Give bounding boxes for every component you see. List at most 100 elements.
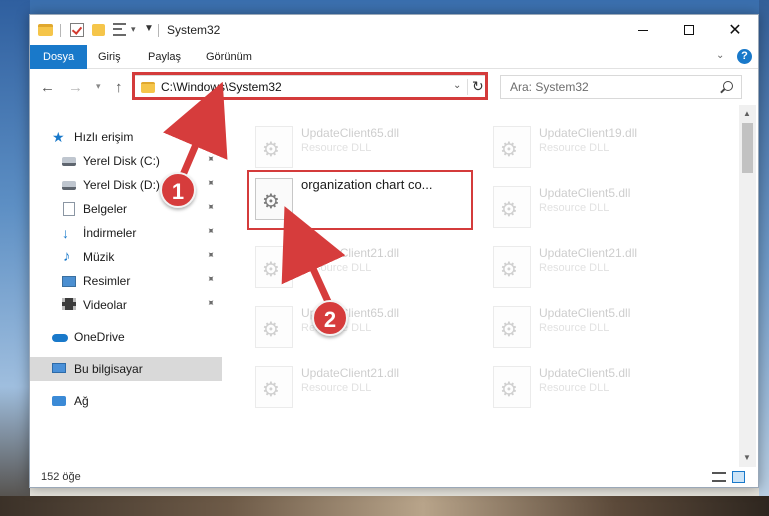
file-tile[interactable]: UpdateClient5.dll Resource DLL [489,360,719,412]
help-icon[interactable]: ? [737,49,752,64]
sidebar-item-quick-access[interactable]: ★ Hızlı erişim [30,125,222,149]
list-properties-icon[interactable] [113,23,126,36]
file-name: UpdateClient21.dll [301,366,400,380]
file-type: Resource DLL [539,202,610,214]
sidebar-item-onedrive[interactable]: OneDrive [30,325,222,349]
step-badge-2: 2 [312,300,348,336]
sidebar-item-drive-c[interactable]: Yerel Disk (C:) ✦ [30,149,222,173]
drive-icon [62,157,76,166]
pin-icon[interactable]: ✦ [203,249,217,263]
dll-file-icon [493,246,531,288]
dll-file-icon [493,306,531,348]
file-type: Resource DLL [301,382,372,394]
file-tile[interactable]: UpdateClient21.dll Resource DLL [251,360,481,412]
sidebar-item-label: Ağ [74,394,89,408]
pin-icon[interactable]: ✦ [203,201,217,215]
tab-share[interactable]: Paylaş [136,45,193,69]
item-count: 152 öğe [41,471,81,483]
desktop-background-right [759,0,769,516]
pictures-icon [62,276,76,287]
sidebar-item-this-pc[interactable]: Bu bilgisayar [30,357,222,381]
tab-view[interactable]: Görünüm [194,45,264,69]
file-type: Resource DLL [539,142,610,154]
tiles-view-icon[interactable] [732,471,745,483]
dll-file-icon [493,186,531,228]
tab-file[interactable]: Dosya [30,45,88,69]
pin-icon[interactable]: ✦ [203,153,217,167]
scrollbar-thumb[interactable] [742,123,753,173]
maximize-button[interactable] [666,15,712,45]
chevron-down-icon[interactable]: ▾ [131,24,136,35]
navigation-pane: ★ Hızlı erişim Yerel Disk (C:) ✦ Yerel D… [30,105,222,465]
up-arrow-icon[interactable]: ↑ [115,79,123,96]
music-icon: ♪ [63,248,71,265]
file-tile[interactable]: UpdateClient21.dll Resource DLL [251,240,481,292]
forward-arrow-icon[interactable]: → [68,79,83,96]
sidebar-item-label: Müzik [83,250,115,264]
sidebar-item-label: Videolar [83,298,127,312]
computer-icon [52,363,66,373]
new-folder-icon[interactable] [92,24,105,36]
details-view-icon[interactable] [712,472,726,482]
file-type: Resource DLL [301,142,372,154]
file-tile[interactable]: UpdateClient5.dll Resource DLL [489,300,719,352]
dll-file-icon [493,366,531,408]
customize-toolbar-icon[interactable]: ▼ [144,23,154,34]
properties-check-icon[interactable] [70,23,84,37]
minimize-icon [638,29,648,31]
file-type: Resource DLL [539,382,610,394]
pin-icon[interactable]: ✦ [203,273,217,287]
sidebar-item-videos[interactable]: Videolar ✦ [30,293,222,317]
sidebar-item-label: Yerel Disk (C:) [83,154,160,168]
ribbon-tabs: Dosya Giriş Paylaş Görünüm ⌄ ? [30,45,758,69]
title-bar: ▾ ▼ System32 ✕ [30,15,758,45]
file-type: Resource DLL [539,262,610,274]
sidebar-item-label: OneDrive [74,330,125,344]
file-tile[interactable]: UpdateClient65.dll Resource DLL [251,300,481,352]
step-badge-1: 1 [160,172,196,208]
search-input[interactable]: Ara: System32 [510,80,589,94]
sidebar-item-downloads[interactable]: ↓ İndirmeler ✦ [30,221,222,245]
pin-icon[interactable]: ✦ [203,177,217,191]
search-box[interactable]: Ara: System32 [500,75,742,99]
file-name: UpdateClient65.dll [301,126,400,140]
star-icon: ★ [52,129,65,145]
recent-locations-icon[interactable]: ▾ [96,81,101,92]
file-tile[interactable]: UpdateClient19.dll Resource DLL [489,120,719,172]
sidebar-item-music[interactable]: ♪ Müzik ✦ [30,245,222,269]
window-title: System32 [167,23,221,37]
sidebar-item-label: Yerel Disk (D:) [83,178,160,192]
back-arrow-icon[interactable]: ← [40,79,55,96]
sidebar-item-label: İndirmeler [83,226,137,240]
folder-icon [38,24,53,36]
file-type: Resource DLL [539,322,610,334]
file-type: Resource DLL [301,262,372,274]
expand-ribbon-icon[interactable]: ⌄ [716,50,724,61]
maximize-icon [684,25,694,35]
sidebar-item-label: Resimler [83,274,131,288]
file-list: UpdateClient65.dll Resource DLL UpdateCl… [223,105,738,465]
scroll-down-icon[interactable]: ▼ [743,453,751,462]
file-name: UpdateClient5.dll [539,366,631,380]
status-bar: 152 öğe [30,467,758,487]
minimize-button[interactable] [620,15,666,45]
pin-icon[interactable]: ✦ [203,225,217,239]
file-name: UpdateClient21.dll [301,246,400,260]
pin-icon[interactable]: ✦ [203,297,217,311]
vertical-scrollbar[interactable]: ▲ ▼ [739,105,756,467]
file-tile[interactable]: UpdateClient5.dll Resource DLL [489,180,719,232]
file-tile[interactable]: UpdateClient65.dll Resource DLL [251,120,481,172]
tab-home[interactable]: Giriş [86,45,133,69]
scroll-up-icon[interactable]: ▲ [743,109,751,118]
file-name: UpdateClient5.dll [539,306,631,320]
file-name: UpdateClient5.dll [539,186,631,200]
sidebar-item-documents[interactable]: Belgeler ✦ [30,197,222,221]
sidebar-item-pictures[interactable]: Resimler ✦ [30,269,222,293]
toolbar-divider [60,24,61,37]
network-icon [52,396,66,406]
file-tile[interactable]: UpdateClient21.dll Resource DLL [489,240,719,292]
sidebar-item-network[interactable]: Ağ [30,389,222,413]
search-icon[interactable] [723,81,733,91]
dll-file-icon [255,306,293,348]
close-button[interactable]: ✕ [712,15,758,45]
